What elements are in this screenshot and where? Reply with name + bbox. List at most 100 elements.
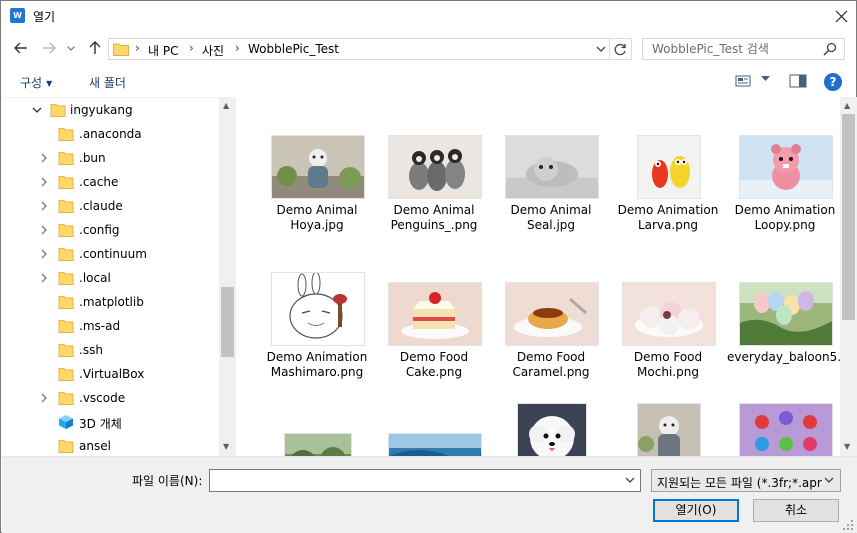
navigation-scrollbar[interactable]: ▲ ▼ [219, 97, 236, 456]
tree-item[interactable]: 3D 개체 [2, 410, 219, 434]
help-icon[interactable]: ? [824, 73, 842, 91]
file-thumbnail [505, 282, 599, 346]
breadcrumb-separator: › [235, 41, 240, 55]
folder-icon [58, 368, 74, 381]
tree-item-label: .claude [79, 199, 123, 213]
file-name-label: Demo Animal Hoya.jpg [276, 203, 358, 232]
scroll-up-icon[interactable]: ▲ [223, 101, 229, 110]
caret-down-icon: ▼ [46, 79, 53, 88]
file-name-label: Demo Food Caramel.png [512, 350, 590, 379]
file-thumbnail [388, 282, 482, 346]
back-button[interactable] [11, 38, 31, 58]
file-name-label: Demo Animal Penguins_.png [390, 203, 478, 232]
breadcrumb-separator: › [189, 41, 194, 55]
arrow-left-icon [14, 42, 27, 54]
tree-item-label: .matplotlib [79, 295, 144, 309]
chevron-right-icon[interactable] [39, 392, 49, 404]
folder-icon [58, 200, 74, 213]
chevron-right-icon[interactable] [39, 248, 49, 260]
scrollbar-thumb[interactable] [842, 114, 855, 320]
preview-pane-icon[interactable] [789, 74, 807, 88]
breadcrumb-current-folder[interactable]: WobblePic_Test [248, 42, 339, 56]
tree-item-label: ingyukang [70, 103, 133, 117]
chevron-down-icon[interactable] [595, 42, 607, 56]
chevron-down-icon[interactable] [32, 104, 42, 116]
command-bar: 구성 ▼ 새 폴더 ? [1, 67, 856, 97]
chevron-right-icon[interactable] [39, 152, 49, 164]
tree-item[interactable]: .ssh [2, 338, 219, 362]
address-bar[interactable]: › 내 PC › 사진 › WobblePic_Test [108, 38, 610, 60]
tree-item-label: .anaconda [79, 127, 142, 141]
folder-icon [58, 296, 74, 309]
tree-item[interactable]: .config [2, 218, 219, 242]
chevron-right-icon[interactable] [39, 224, 49, 236]
folder-icon [50, 104, 66, 117]
tree-item-label: .vscode [79, 391, 126, 405]
tree-item-label: .continuum [79, 247, 147, 261]
file-name-label: Demo Animation Larva.png [617, 203, 719, 232]
breadcrumb-separator: › [135, 41, 140, 55]
chevron-right-icon[interactable] [39, 272, 49, 284]
tree-item[interactable]: .continuum [2, 242, 219, 266]
open-button[interactable]: 열기(O) [653, 499, 739, 522]
file-name-label: Demo Animation Loopy.png [734, 203, 836, 232]
file-list-scrollbar[interactable]: ▲ ▼ [840, 97, 857, 456]
tree-item-label: .bun [79, 151, 106, 165]
tree-item[interactable]: .bun [2, 146, 219, 170]
tree-item[interactable]: .matplotlib [2, 290, 219, 314]
tree-item[interactable]: .cache [2, 170, 219, 194]
scroll-up-icon[interactable]: ▲ [844, 101, 850, 110]
file-name-label: 파일 이름(N): [132, 474, 203, 488]
scroll-down-icon[interactable]: ▼ [844, 442, 850, 451]
refresh-button[interactable] [610, 38, 632, 60]
chevron-down-icon[interactable] [624, 475, 636, 485]
folder-icon [58, 128, 74, 141]
close-button[interactable] [827, 3, 855, 29]
view-options-icon[interactable] [735, 74, 751, 88]
file-type-selected: 지원되는 모든 파일 (*.3fr;*.apr [657, 476, 822, 490]
tree-item[interactable]: .claude [2, 194, 219, 218]
tree-item[interactable]: .ms-ad [2, 314, 219, 338]
tree-item[interactable]: .VirtualBox [2, 362, 219, 386]
new-folder-button[interactable]: 새 폴더 [89, 74, 126, 91]
file-thumbnail [271, 272, 365, 346]
file-name-label: Demo Food Cake.png [399, 350, 469, 379]
tree-item[interactable]: .vscode [2, 386, 219, 410]
folder-icon [58, 320, 74, 333]
breadcrumb-pictures[interactable]: 사진 [202, 42, 224, 59]
folder-icon [58, 440, 74, 453]
search-icon[interactable] [823, 42, 837, 56]
tree-item[interactable]: .anaconda [2, 122, 219, 146]
search-box[interactable] [642, 38, 845, 60]
up-button[interactable] [85, 38, 105, 58]
file-name-combobox[interactable] [209, 469, 641, 492]
open-file-dialog: W 열기 › 내 PC › 사진 › WobblePic_Test Wobble… [0, 0, 857, 533]
file-list: Demo Animal Hoya.jpg Demo Animal Penguins… [237, 97, 840, 456]
file-type-select[interactable]: 지원되는 모든 파일 (*.3fr;*.apr [651, 469, 841, 492]
cancel-button[interactable]: 취소 [753, 499, 839, 522]
caret-down-icon[interactable] [761, 76, 770, 82]
recent-locations-button[interactable] [64, 38, 78, 58]
close-icon [835, 10, 847, 22]
file-name-input[interactable] [210, 470, 618, 491]
refresh-icon [614, 43, 626, 55]
tree-item[interactable]: .local [2, 266, 219, 290]
tree-item[interactable]: ansel [2, 434, 219, 456]
title-bar: W 열기 [1, 1, 856, 31]
search-input[interactable] [643, 39, 818, 59]
window-title: 열기 [33, 10, 56, 24]
tree-item-label: .VirtualBox [79, 367, 145, 381]
chevron-right-icon[interactable] [39, 176, 49, 188]
forward-button[interactable] [39, 38, 59, 58]
chevron-down-icon [67, 45, 75, 51]
folder-icon [58, 152, 74, 165]
organize-button[interactable]: 구성 ▼ [20, 74, 52, 91]
chevron-right-icon[interactable] [39, 200, 49, 212]
breadcrumb-this-pc[interactable]: 내 PC [148, 42, 178, 59]
resize-grip-icon[interactable] [842, 519, 854, 531]
tree-item[interactable]: ingyukang [2, 98, 219, 122]
file-name-label: Demo Animal Seal.jpg [510, 203, 592, 232]
scrollbar-thumb[interactable] [221, 287, 234, 357]
arrow-right-icon [43, 42, 56, 54]
scroll-down-icon[interactable]: ▼ [223, 442, 229, 451]
